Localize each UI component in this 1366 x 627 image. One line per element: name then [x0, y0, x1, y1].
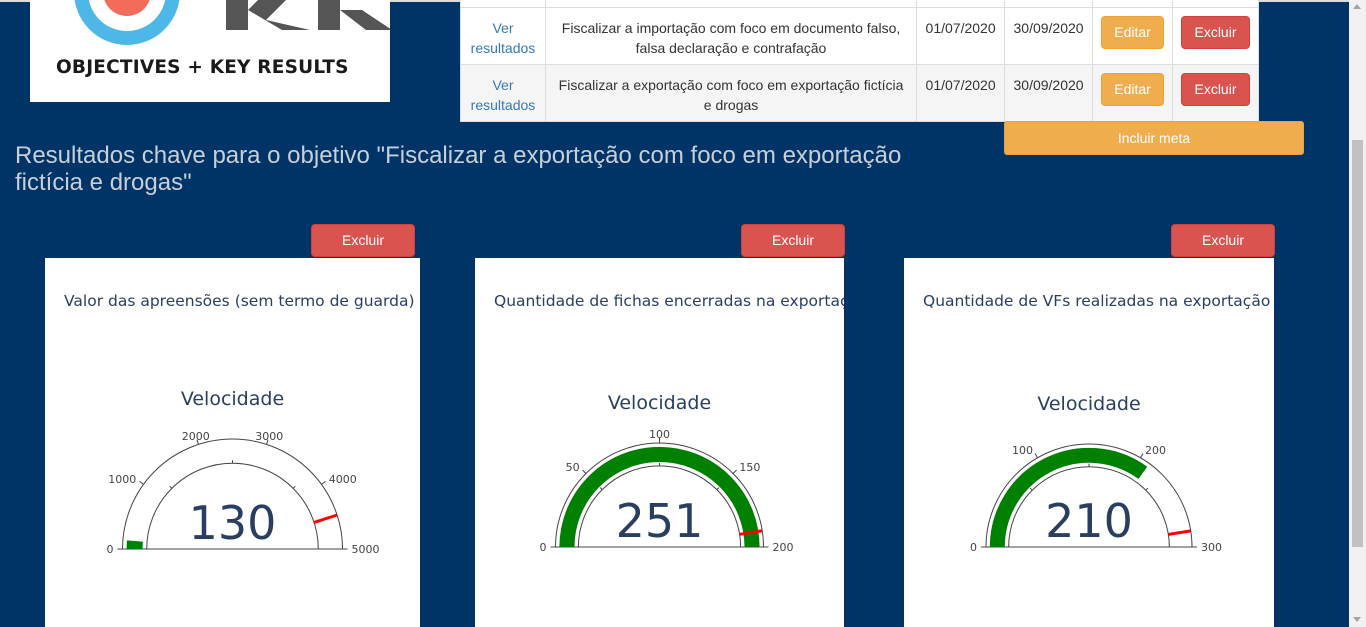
gauge-tick-label: 1000	[108, 473, 136, 486]
key-result-card: Quantidade de VFs realizadas na exportaç…	[904, 258, 1274, 627]
table-header-remnant	[460, 0, 1259, 8]
table-row: Ver resultados Fiscalizar a importação c…	[460, 6, 1259, 65]
okr-logo: OBJECTIVES + KEY RESULTS	[30, 0, 390, 102]
delete-button[interactable]: Excluir	[1181, 72, 1250, 106]
gauge-tick-label: 100	[1012, 444, 1033, 457]
gauge-chart: Velocidade 0 1000 2000 3000 4000 5000 130	[107, 388, 380, 556]
gauge-tick-label: 300	[1201, 541, 1222, 554]
gauge-tick-label: 50	[566, 461, 580, 474]
page-title: Resultados chave para o objetivo "Fiscal…	[15, 142, 902, 196]
key-result-card: Valor das apreensões (sem termo de guard…	[45, 258, 420, 627]
gauge-tick-label: 150	[739, 461, 760, 474]
scrollbar-thumb[interactable]	[1352, 140, 1363, 547]
start-date: 01/07/2020	[916, 6, 1006, 65]
view-results-link[interactable]: Ver resultados	[471, 20, 536, 56]
card-delete-button[interactable]: Excluir	[1171, 224, 1275, 257]
gauge-tick	[582, 469, 587, 474]
gauge-tick-label: 4000	[329, 473, 357, 486]
gauge-title: Velocidade	[1037, 393, 1140, 415]
scroll-down-arrow-icon[interactable]	[1353, 617, 1361, 622]
gauge-tick	[321, 481, 326, 485]
gauge-tick-label: 5000	[352, 543, 380, 556]
gauge-tick-label: 3000	[255, 430, 283, 443]
gauge-tick-label: 0	[970, 541, 977, 554]
gauge-tick	[1140, 453, 1144, 459]
gauge-title: Velocidade	[181, 388, 284, 410]
gauge-tick-label: 200	[773, 541, 794, 554]
gauge-chart: Velocidade 0 50 100 150 200 251	[540, 392, 794, 554]
goal-description: Fiscalizar a exportação com foco em expo…	[544, 63, 918, 122]
gauge-title: Velocidade	[608, 392, 711, 414]
view-results-link[interactable]: Ver resultados	[471, 77, 536, 113]
gauge-tick	[732, 469, 737, 474]
edit-button[interactable]: Editar	[1101, 15, 1165, 49]
table-row: Ver resultados Fiscalizar a exportação c…	[460, 63, 1259, 122]
gauge-value-number: 251	[616, 494, 704, 548]
gauge-tick-label: 100	[649, 428, 670, 441]
end-date: 30/09/2020	[1004, 6, 1094, 65]
gauge-tick-label: 0	[540, 541, 547, 554]
end-date: 30/09/2020	[1004, 63, 1094, 122]
okr-logo-graphic	[74, 0, 390, 45]
gauge-tick-label: 2000	[182, 430, 210, 443]
card-delete-button[interactable]: Excluir	[741, 224, 845, 257]
delete-button[interactable]: Excluir	[1181, 15, 1250, 49]
logo-tagline: OBJECTIVES + KEY RESULTS	[56, 57, 349, 78]
gauge-tick	[139, 481, 144, 485]
gauge-value-number: 130	[189, 496, 277, 550]
gauge-tick	[1034, 453, 1038, 459]
include-goal-button[interactable]: Incluir meta	[1004, 121, 1304, 155]
gauge-value-number: 210	[1045, 494, 1133, 548]
goals-table: Ver resultados Fiscalizar a importação c…	[460, 0, 1259, 122]
gauge-chart: Velocidade 0 100 200 300 210	[970, 393, 1222, 554]
goal-description: Fiscalizar a importação com foco em docu…	[544, 6, 918, 65]
scroll-up-arrow-icon[interactable]	[1353, 4, 1361, 9]
start-date: 01/07/2020	[916, 63, 1006, 122]
key-result-card: Quantidade de fichas encerradas na expor…	[475, 258, 844, 627]
card-delete-button[interactable]: Excluir	[311, 224, 415, 257]
edit-button[interactable]: Editar	[1101, 72, 1165, 106]
gauge-tick-label: 0	[107, 543, 114, 556]
gauge-tick-label: 200	[1145, 444, 1166, 457]
